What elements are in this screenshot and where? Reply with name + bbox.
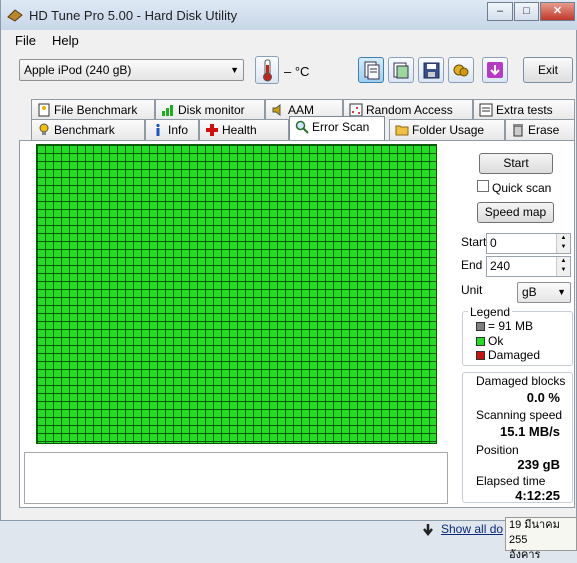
show-all-downloads-link[interactable]: Show all do <box>441 522 503 536</box>
menu-bar: File Help <box>1 30 577 50</box>
info-icon <box>156 123 160 136</box>
tab-error-scan[interactable]: Error Scan <box>289 116 385 140</box>
error-scan-panel: Start Quick scan Speed map Start 0 ▲ ▼ En… <box>19 140 575 508</box>
save-icon <box>423 62 440 79</box>
options-icon <box>453 64 469 77</box>
tray-date-tooltip: 19 มีนาคม 255 อังคาร <box>505 517 577 561</box>
elapsed-time-value: 4:12:25 <box>515 488 560 503</box>
legend-title: Legend <box>468 305 513 319</box>
unit-select-value: gB <box>522 285 537 299</box>
trash-icon <box>513 124 523 137</box>
start-position-value: 0 <box>490 236 497 250</box>
unit-label: Unit <box>461 283 483 297</box>
extra-tests-icon <box>479 103 493 117</box>
legend-ok-swatch <box>476 337 485 346</box>
drive-select-value: Apple iPod (240 gB) <box>24 63 132 77</box>
spin-arrows-icon[interactable]: ▲ ▼ <box>556 257 570 276</box>
start-position-field[interactable]: 0 ▲ ▼ <box>486 233 571 254</box>
damaged-blocks-label: Damaged blocks <box>476 374 566 388</box>
chevron-down-icon: ▼ <box>557 287 566 297</box>
scan-log-box[interactable] <box>24 452 448 504</box>
quick-scan-checkbox[interactable] <box>477 180 489 192</box>
scanning-speed-label: Scanning speed <box>476 408 563 422</box>
unit-select[interactable]: gB ▼ <box>517 282 571 303</box>
copy-screen-button[interactable] <box>388 57 414 83</box>
speaker-icon <box>272 104 281 116</box>
title-bar[interactable]: HD Tune Pro 5.00 - Hard Disk Utility – □… <box>1 0 577 30</box>
save-button[interactable] <box>418 57 444 83</box>
temperature-button[interactable] <box>255 56 279 84</box>
maximize-button[interactable]: □ <box>514 2 539 21</box>
health-cross-icon <box>206 124 218 136</box>
minimize-button[interactable]: – <box>487 2 513 21</box>
tab-strip: File Benchmark Disk monitor AAM Random A… <box>19 97 575 141</box>
folder-icon <box>395 125 409 136</box>
speed-map-button[interactable]: Speed map <box>477 202 554 223</box>
legend-ok: Ok <box>476 334 503 348</box>
quick-scan-label: Quick scan <box>492 181 552 195</box>
end-label: End <box>461 258 483 272</box>
tab-extra-tests[interactable]: Extra tests <box>473 99 575 120</box>
copy-info-button[interactable] <box>358 57 384 83</box>
elapsed-time-label: Elapsed time <box>476 474 546 488</box>
end-position-value: 240 <box>490 259 511 273</box>
position-label: Position <box>476 443 519 457</box>
damaged-blocks-value: 0.0 % <box>526 390 560 405</box>
thermometer-icon <box>263 59 272 82</box>
tab-folder-usage[interactable]: Folder Usage <box>389 119 505 140</box>
close-button[interactable]: ✕ <box>540 2 575 21</box>
file-benchmark-icon <box>38 103 50 117</box>
menu-file[interactable]: File <box>15 33 36 48</box>
menu-help[interactable]: Help <box>52 33 79 48</box>
download-arrow-icon <box>423 524 433 537</box>
exit-button[interactable]: Exit <box>523 57 573 83</box>
tab-disk-monitor[interactable]: Disk monitor <box>155 99 265 120</box>
tray-date-line2: อังคาร <box>509 549 541 561</box>
end-position-field[interactable]: 240 ▲ ▼ <box>486 256 571 277</box>
random-access-icon <box>349 103 363 117</box>
download-icon <box>487 62 503 78</box>
tray-date-line1: 19 มีนาคม 255 <box>509 519 560 546</box>
window-title: HD Tune Pro 5.00 - Hard Disk Utility <box>29 8 238 23</box>
legend-damaged-swatch <box>476 351 485 360</box>
legend-damaged: Damaged <box>476 348 540 362</box>
scanning-speed-value: 15.1 MB/s <box>500 424 560 439</box>
app-disk-icon <box>7 9 23 22</box>
app-window: HD Tune Pro 5.00 - Hard Disk Utility – □… <box>0 0 577 521</box>
tab-health[interactable]: Health <box>199 119 289 140</box>
scan-block-map <box>36 144 437 444</box>
start-scan-button[interactable]: Start <box>479 153 553 174</box>
copy-screen-icon <box>393 62 409 79</box>
tab-info[interactable]: Info <box>145 119 199 140</box>
chevron-down-icon: ▼ <box>230 65 239 75</box>
spin-arrows-icon[interactable]: ▲ ▼ <box>556 234 570 253</box>
start-label: Start <box>461 235 487 249</box>
drive-select[interactable]: Apple iPod (240 gB) ▼ <box>19 59 244 81</box>
disk-monitor-icon <box>162 105 173 116</box>
tab-file-benchmark[interactable]: File Benchmark <box>31 99 155 120</box>
tab-benchmark[interactable]: Benchmark <box>31 119 145 140</box>
tab-erase[interactable]: Erase <box>505 119 575 140</box>
copy-info-icon <box>364 61 380 80</box>
legend-block-swatch <box>476 322 485 331</box>
options-button[interactable] <box>448 57 474 83</box>
magnifier-icon <box>295 120 309 134</box>
position-value: 239 gB <box>517 457 560 472</box>
legend-block-size: = 91 MB <box>476 319 533 333</box>
lightbulb-icon <box>39 123 49 135</box>
toolbar: Apple iPod (240 gB) ▼ – °C Exit <box>1 52 577 92</box>
download-button[interactable] <box>482 57 508 83</box>
temperature-readout: – °C <box>284 64 310 79</box>
